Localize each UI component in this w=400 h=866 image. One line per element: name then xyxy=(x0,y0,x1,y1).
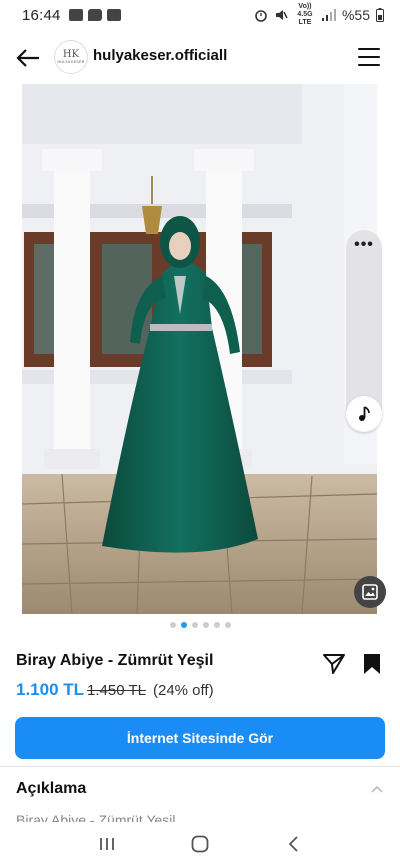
current-price: 1.100 TL xyxy=(16,680,85,699)
system-navigation-bar xyxy=(0,822,400,866)
divider xyxy=(0,766,400,767)
discount-label: (24% off) xyxy=(153,682,214,699)
mute-icon xyxy=(275,10,288,20)
battery-icon xyxy=(376,8,384,22)
bookmark-icon xyxy=(364,654,380,674)
old-price: 1.450 TL xyxy=(87,682,146,699)
price-row: 1.100 TL 1.450 TL (24% off) xyxy=(16,680,214,700)
avatar-subtext: HÜLYA KESER xyxy=(57,60,85,64)
gallery-notification-icon xyxy=(68,9,83,21)
description-toggle[interactable] xyxy=(370,782,384,796)
pager-dot xyxy=(169,622,176,628)
gallery-button[interactable] xyxy=(354,576,386,608)
signal-icon xyxy=(321,9,336,21)
battery-level: %55 xyxy=(341,7,370,23)
profile-header: HK HÜLYA KESER hulyakeser.officiall xyxy=(0,38,400,78)
product-photo[interactable] xyxy=(22,84,377,614)
message-notification-icon xyxy=(87,9,102,21)
music-note-icon xyxy=(359,406,370,421)
home-button[interactable] xyxy=(180,829,220,859)
back-icon xyxy=(289,836,298,852)
share-button[interactable] xyxy=(322,652,346,676)
back-button[interactable] xyxy=(14,44,42,72)
username-link[interactable]: hulyakeser.officiall xyxy=(93,47,227,64)
gallery-icon xyxy=(362,584,378,600)
more-dots-icon[interactable]: ••• xyxy=(346,236,382,254)
product-photo-illustration xyxy=(22,84,377,614)
home-icon xyxy=(191,835,209,853)
product-title: Biray Abiye - Zümrüt Yeşil xyxy=(16,652,214,669)
side-action-panel: ••• xyxy=(346,230,382,432)
notification-icons xyxy=(68,9,121,21)
status-time: 16:44 xyxy=(22,6,61,24)
recents-icon xyxy=(99,838,114,850)
description-preview: Biray Abiye - Zümrüt Yeşil xyxy=(16,812,176,822)
back-arrow-icon xyxy=(16,49,39,67)
share-icon xyxy=(323,654,345,674)
pager-dot xyxy=(213,622,220,628)
chevron-up-icon xyxy=(371,785,383,793)
view-on-website-button[interactable]: İnternet Sitesinde Gör xyxy=(15,717,385,759)
menu-button[interactable] xyxy=(358,46,380,68)
avatar-monogram: HK xyxy=(62,49,80,60)
pager-dot xyxy=(202,622,209,628)
alarm-icon xyxy=(255,10,267,22)
pager-dot xyxy=(180,622,187,628)
status-bar: 16:44 Vo)) 4.5G LTE %55 xyxy=(0,0,400,30)
description-title[interactable]: Açıklama xyxy=(16,780,86,798)
pager-dot xyxy=(191,622,198,628)
network-indicator: Vo)) 4.5G LTE xyxy=(297,3,313,26)
image-notification-icon xyxy=(106,9,121,21)
recents-button[interactable] xyxy=(87,829,127,859)
pager-dot xyxy=(224,622,231,628)
save-button[interactable] xyxy=(362,653,384,677)
image-pager xyxy=(0,622,400,628)
system-back-button[interactable] xyxy=(273,829,313,859)
avatar[interactable]: HK HÜLYA KESER xyxy=(54,40,88,74)
music-button[interactable] xyxy=(346,396,382,432)
